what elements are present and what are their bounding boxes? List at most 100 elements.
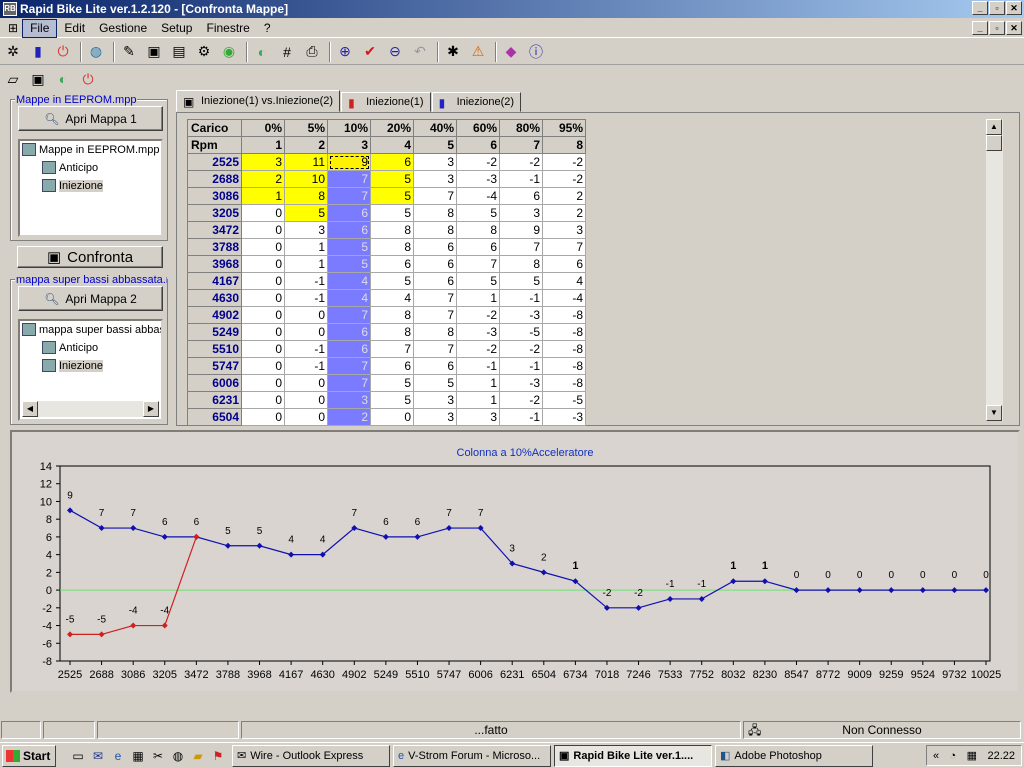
tree1-root[interactable]: Mappe in EEPROM.mpp [22, 143, 159, 156]
grid-cell[interactable]: 0 [241, 306, 285, 324]
grid-cell[interactable]: 2 [542, 187, 586, 205]
grid-cell[interactable]: 0 [241, 323, 285, 341]
grid-cell[interactable]: -2 [499, 153, 543, 171]
grid-cell[interactable]: 3 [499, 204, 543, 222]
grid-cell[interactable]: 8 [413, 221, 457, 239]
grid-cell[interactable]: 0 [241, 272, 285, 290]
grid-cell[interactable]: 7 [327, 357, 371, 375]
grid-cell[interactable]: 6 [413, 357, 457, 375]
grid-cell[interactable]: 5 [327, 238, 371, 256]
grid-cell[interactable]: 7 [370, 340, 414, 358]
menu-file[interactable]: File [22, 18, 58, 38]
grid-index-header[interactable]: 7 [499, 136, 543, 154]
grid-rpm-header[interactable]: 5249 [187, 323, 242, 341]
grid-rpm-header[interactable]: 3472 [187, 221, 242, 239]
scroll-thumb[interactable] [986, 135, 1002, 151]
grid-cell[interactable]: 8 [456, 221, 500, 239]
grid-cell[interactable]: 1 [241, 187, 285, 205]
grid-cell[interactable]: 8 [413, 323, 457, 341]
grid-cell[interactable]: -1 [284, 340, 328, 358]
grid-cell[interactable]: 4 [327, 289, 371, 307]
grid-cell[interactable]: 0 [241, 374, 285, 392]
grid-cell[interactable]: -8 [542, 323, 586, 341]
grid-cell[interactable]: -1 [284, 289, 328, 307]
mdi-restore-button[interactable]: ▫ [989, 21, 1005, 35]
grid-cell[interactable]: 8 [284, 187, 328, 205]
grid-cell[interactable]: 1 [456, 289, 500, 307]
grid-index-header[interactable]: 6 [456, 136, 500, 154]
grid-cell[interactable]: 7 [413, 187, 457, 205]
grid-cell[interactable]: 6 [499, 187, 543, 205]
grid-icon[interactable]: # [276, 41, 298, 63]
power-icon[interactable]: ⏻ [77, 68, 99, 90]
scroll-left-arrow[interactable]: ◀ [22, 401, 38, 417]
grid-cell[interactable]: -2 [542, 170, 586, 188]
grid-cell[interactable]: 6 [327, 221, 371, 239]
grid-cell[interactable]: 5 [370, 374, 414, 392]
compare-button[interactable]: ▣ Confronta [17, 246, 163, 268]
grid-cell[interactable]: 7 [499, 238, 543, 256]
grid-cell[interactable]: 8 [499, 255, 543, 273]
open-map2-button[interactable]: 🔍︎ Apri Mappa 2 [18, 286, 163, 311]
tree2-iniezione[interactable]: Iniezione [42, 359, 104, 372]
grid-cell[interactable]: -2 [456, 340, 500, 358]
grid-cell[interactable]: 0 [241, 391, 285, 409]
grid-cell[interactable]: -4 [456, 187, 500, 205]
grid-cell[interactable]: 1 [456, 391, 500, 409]
minus-circle-icon[interactable]: ⊖ [384, 41, 406, 63]
mdi-minimize-button[interactable]: _ [972, 21, 988, 35]
grid-index-header[interactable]: 5 [413, 136, 457, 154]
grid-cell[interactable]: 5 [456, 272, 500, 290]
chip-icon[interactable]: ▣ [143, 41, 165, 63]
mdi-child-icon[interactable]: ⊞ [4, 20, 22, 37]
grid-cell[interactable]: -5 [542, 391, 586, 409]
grid-cell[interactable]: -2 [499, 391, 543, 409]
grid-cell[interactable]: -1 [499, 408, 543, 426]
grid-cell[interactable]: 5 [327, 255, 371, 273]
grid-cell[interactable]: 7 [413, 289, 457, 307]
app-icon[interactable]: ▦ [130, 748, 146, 764]
grid-index-header[interactable]: 3 [327, 136, 371, 154]
grid-cell[interactable]: 0 [241, 221, 285, 239]
grid-cell[interactable]: -8 [542, 340, 586, 358]
app-icon[interactable]: RB [3, 2, 17, 16]
grid-cell[interactable]: 6 [456, 238, 500, 256]
acrobat-icon[interactable]: ⚑ [210, 748, 226, 764]
grid-cell[interactable]: 10 [284, 170, 328, 188]
grid-cell[interactable]: -2 [542, 153, 586, 171]
bookmark-icon[interactable]: ▮ [27, 41, 49, 63]
tree2-root[interactable]: mappa super bassi abbas [22, 323, 161, 336]
grid-cell[interactable]: 5 [370, 272, 414, 290]
menu-setup[interactable]: Setup [154, 20, 199, 37]
grid-cell[interactable]: 6 [370, 357, 414, 375]
grid-cell[interactable]: 8 [370, 221, 414, 239]
chip-icon[interactable]: ▣ [27, 68, 49, 90]
menu-finestre[interactable]: Finestre [199, 20, 256, 37]
grid-cell[interactable]: -2 [456, 306, 500, 324]
grid-cell[interactable]: 0 [241, 204, 285, 222]
grid-cell[interactable]: 6 [413, 238, 457, 256]
grid-index-header[interactable]: 1 [241, 136, 285, 154]
grid-cell[interactable]: -1 [499, 170, 543, 188]
grid-cell[interactable]: 8 [370, 238, 414, 256]
grid-rpm-header[interactable]: 3788 [187, 238, 242, 256]
tree1-iniezione[interactable]: Iniezione [42, 179, 104, 192]
grid-load-header[interactable]: 10% [327, 119, 371, 137]
grid-cell[interactable]: 1 [284, 238, 328, 256]
grid-cell[interactable]: 0 [284, 374, 328, 392]
ie-icon[interactable]: e [110, 748, 126, 764]
scroll-down-arrow[interactable]: ▼ [986, 405, 1002, 421]
network-tray-icon[interactable]: ▦ [967, 749, 977, 762]
grid-cell[interactable]: 4 [542, 272, 586, 290]
grid-cell[interactable]: 0 [241, 255, 285, 273]
grid-cell[interactable]: 5 [456, 204, 500, 222]
desktop-icon[interactable]: ▭ [70, 748, 86, 764]
grid-cell[interactable]: 9 [499, 221, 543, 239]
grid-cell[interactable]: 0 [284, 323, 328, 341]
grid-cell[interactable]: -3 [456, 170, 500, 188]
grid-cell[interactable]: 7 [413, 306, 457, 324]
grid-cell[interactable]: -8 [542, 374, 586, 392]
tree2-anticipo[interactable]: Anticipo [42, 341, 98, 354]
open-map1-button[interactable]: 🔍︎ Apri Mappa 1 [18, 106, 163, 131]
grid-cell[interactable]: -3 [499, 306, 543, 324]
